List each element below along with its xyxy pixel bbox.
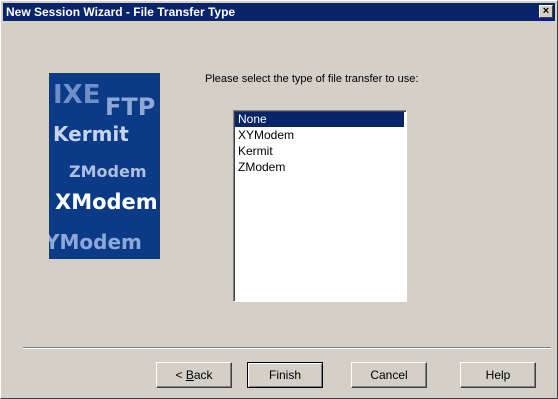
close-button[interactable]: × (539, 5, 553, 18)
help-button[interactable]: Help (460, 362, 536, 388)
window-title: New Session Wizard - File Transfer Type (6, 5, 236, 19)
back-arrow: < (175, 368, 186, 382)
cancel-button[interactable]: Cancel (351, 362, 427, 388)
button-divider (23, 347, 551, 349)
instruction-text: Please select the type of file transfer … (205, 73, 419, 85)
back-label-rest: ack (193, 368, 213, 382)
close-icon: × (542, 5, 550, 17)
title-bar[interactable]: New Session Wizard - File Transfer Type … (3, 3, 555, 21)
banner-word-xmodem: XModem (55, 190, 158, 214)
protocol-banner-image: IXE FTP Kermit ZModem XModem YModem (49, 73, 160, 259)
banner-word-ymodem: YModem (49, 230, 142, 254)
back-mnemonic: B (185, 368, 194, 382)
banner-word-ixe: IXE (53, 80, 100, 110)
banner-word-kermit: Kermit (53, 122, 129, 146)
list-item-xymodem[interactable]: XYModem (235, 128, 406, 143)
banner-word-ftp: FTP (105, 93, 155, 121)
file-transfer-type-list[interactable]: None XYModem Kermit ZModem (233, 110, 407, 302)
finish-button[interactable]: Finish (247, 362, 323, 388)
wizard-window: New Session Wizard - File Transfer Type … (0, 0, 558, 399)
list-item-kermit[interactable]: Kermit (235, 144, 406, 159)
list-item-none[interactable]: None (235, 112, 404, 127)
list-item-zmodem[interactable]: ZModem (235, 160, 406, 175)
back-button[interactable]: < Back (156, 362, 232, 388)
banner-word-zmodem: ZModem (69, 162, 147, 181)
